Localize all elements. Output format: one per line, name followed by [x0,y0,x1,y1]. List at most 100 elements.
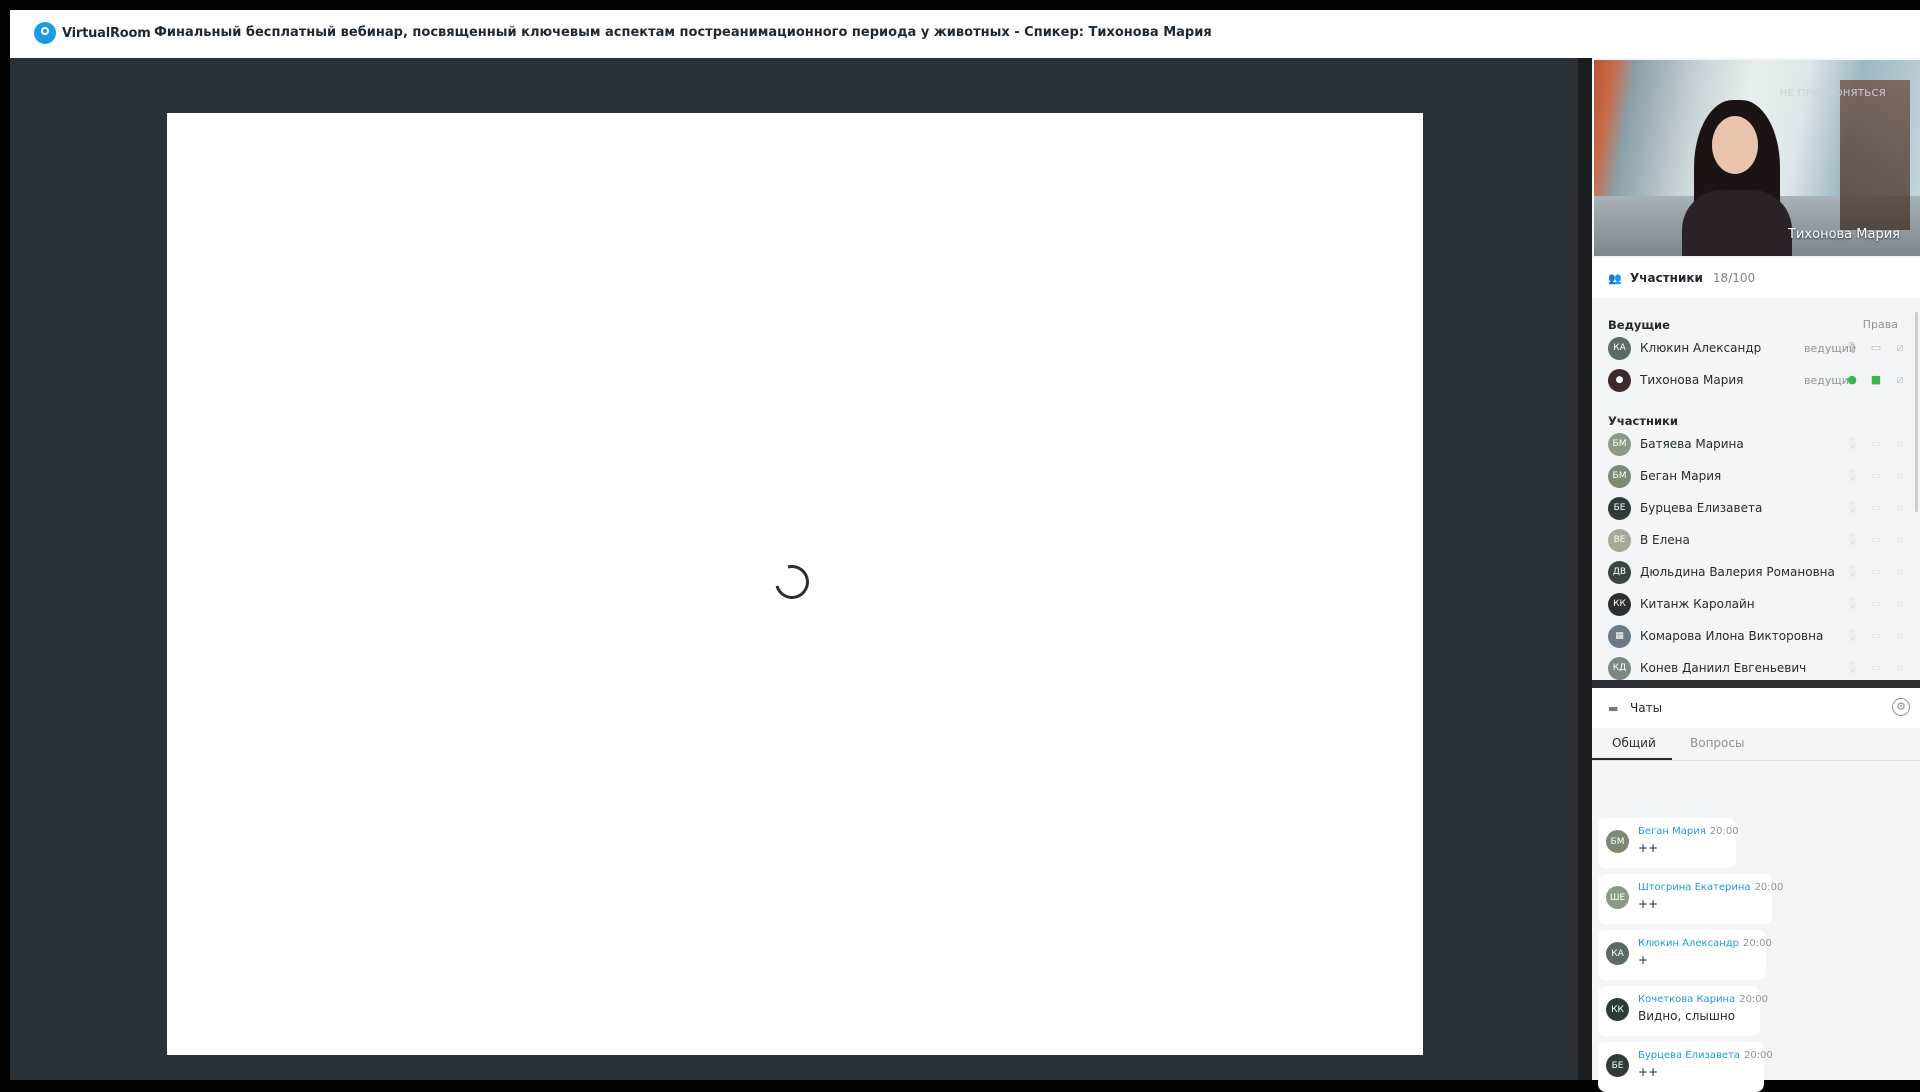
mic-off-icon[interactable]: 🎙 [1844,341,1860,355]
participant-controls: 🎙 ▭ ⧄ [1844,565,1908,579]
participant-name: Беган Мария [1640,469,1722,483]
participant-controls: 🎙 ▭ ⧄ [1844,629,1908,643]
participant-controls: 🎙 ▭ ⧄ [1844,501,1908,515]
participant-row[interactable]: ▦ Комарова Илона Викторовна 🎙 ▭ ⧄ [1608,622,1908,650]
camera-icon: ▭ [1870,661,1882,674]
screen-share-off-icon[interactable]: ⧄ [1892,373,1908,387]
participant-name: Комарова Илона Викторовна [1640,629,1824,643]
hosts-section-label: Ведущие [1608,318,1670,332]
screen-share-icon: ⧄ [1896,437,1904,450]
participant-controls: 🎙 ▭ ⧄ [1844,661,1908,675]
screen-share-icon: ⧄ [1896,597,1904,610]
avatar: ШЕ [1606,886,1629,909]
avatar: БМ [1608,464,1631,488]
chat-tabs: Общий Вопросы [1592,730,1920,761]
mic-on-icon[interactable]: ● [1844,373,1860,387]
screen-share-icon: ⧄ [1896,661,1904,674]
tab-general[interactable]: Общий [1612,736,1656,750]
app-window: VirtualRoom Финальный бесплатный вебинар… [10,10,1920,1092]
chat-message: КК Кочеткова Карина 20:00 Видно, слышно [1598,986,1768,1036]
participants-header[interactable]: 👥 Участники 18/100 [1592,258,1920,298]
participant-name: Клюкин Александр [1640,341,1762,355]
message-author[interactable]: Клюкин Александр [1638,938,1739,949]
mic-icon: 🎙 [1845,565,1859,578]
video-background-shelf [1840,80,1910,230]
logo[interactable]: VirtualRoom [34,22,151,44]
participant-row[interactable]: КД Конев Даниил Евгеньевич 🎙 ▭ ⧄ [1608,654,1908,680]
mic-icon: 🎙 [1845,661,1859,674]
logo-text: VirtualRoom [62,25,151,41]
participant-row[interactable]: КА Клюкин Александр ведущий 🎙 ▭ ⧄ [1608,334,1908,362]
message-text: ++ [1638,841,1659,855]
participant-controls: 🎙 ▭ ⧄ [1844,533,1908,547]
avatar: КК [1608,592,1631,616]
presentation-slide [167,113,1423,1055]
participant-controls: 🎙 ▭ ⧄ [1844,597,1908,611]
participant-row[interactable]: ДВ Дюльдина Валерия Романовна 🎙 ▭ ⧄ [1608,558,1908,586]
participant-row[interactable]: БЕ Бурцева Елизавета 🎙 ▭ ⧄ [1608,494,1908,522]
message-text: + [1638,953,1649,967]
mic-icon: 🎙 [1845,501,1859,514]
message-time: 20:00 [1754,882,1784,893]
loading-spinner-icon [768,558,816,606]
participant-controls: 🎙 ▭ ⧄ [1844,437,1908,451]
participant-controls: 🎙 ▭ ⧄ [1844,341,1908,355]
mic-icon: 🎙 [1845,469,1859,482]
chat-message: КА Клюкин Александр 20:00 + [1598,930,1772,980]
screen-share-icon: ⧄ [1896,533,1904,546]
screen-share-icon: ⧄ [1896,469,1904,482]
avatar: БМ [1608,432,1631,456]
participant-name: Дюльдина Валерия Романовна [1640,565,1835,579]
message-author[interactable]: Бурцева Елизавета [1638,1050,1740,1061]
speaker-body [1682,190,1792,256]
speaker-face [1712,116,1758,174]
gear-icon[interactable]: ⚙ [1892,698,1910,716]
camera-icon: ▭ [1870,437,1882,450]
camera-off-icon[interactable]: ▭ [1868,341,1884,355]
message-time: 20:00 [1739,994,1769,1005]
chats-header[interactable]: ▬ Чаты ⚙ [1592,688,1920,728]
avatar: КД [1608,656,1631,680]
chat-message: БЕ Бурцева Елизавета 20:00 ++ [1598,1042,1773,1092]
avatar-photo: ▦ [1608,624,1631,648]
chats-title: Чаты [1630,701,1663,715]
screen-share-off-icon[interactable]: ⧄ [1892,341,1908,355]
avatar: ВЕ [1608,528,1631,552]
camera-icon: ▭ [1870,629,1882,642]
participant-row[interactable]: ВЕ В Елена 🎙 ▭ ⧄ [1608,526,1908,554]
camera-icon: ▭ [1870,565,1882,578]
avatar-photo: ● [1608,368,1631,392]
active-tab-indicator [1592,758,1672,760]
message-author[interactable]: Кочеткова Карина [1638,994,1735,1005]
presentation-area [10,58,1578,1080]
panel-splitter[interactable] [1592,680,1920,688]
tab-questions[interactable]: Вопросы [1690,736,1744,750]
camera-icon: ▭ [1870,533,1882,546]
message-author[interactable]: Беган Мария [1638,826,1706,837]
message-text: ++ [1638,897,1659,911]
avatar: КА [1606,942,1629,965]
right-sidebar: НЕ ПРИСЛОНЯТЬСЯ Тихонова Мария 👥 Участни… [1592,58,1920,1092]
message-time: 20:00 [1743,938,1772,949]
message-author[interactable]: Штогрина Екатерина [1638,882,1751,893]
mic-icon: 🎙 [1845,437,1859,450]
speaker-video[interactable]: НЕ ПРИСЛОНЯТЬСЯ Тихонова Мария [1594,60,1920,256]
participant-row[interactable]: КК Китанж Каролайн 🎙 ▭ ⧄ [1608,590,1908,618]
virtualroom-logo-icon [34,22,56,44]
top-bar: VirtualRoom Финальный бесплатный вебинар… [10,10,1920,58]
participant-controls: 🎙 ▭ ⧄ [1844,469,1908,483]
mic-icon: 🎙 [1845,533,1859,546]
panel-divider[interactable] [1578,58,1592,1080]
camera-on-icon[interactable]: ■ [1868,373,1884,387]
avatar: БЕ [1608,496,1631,520]
participant-row[interactable]: БМ Беган Мария 🎙 ▭ ⧄ [1608,462,1908,490]
avatar: КА [1608,336,1631,360]
participant-row[interactable]: БМ Батяева Марина 🎙 ▭ ⧄ [1608,430,1908,458]
participants-scrollbar[interactable] [1915,312,1918,512]
message-time: 20:00 [1709,826,1739,837]
camera-icon: ▭ [1870,469,1882,482]
participants-list[interactable]: Ведущие Права КА Клюкин Александр ведущи… [1592,300,1920,680]
message-text: ++ [1638,1065,1659,1079]
participant-name: Батяева Марина [1640,437,1744,451]
participant-row[interactable]: ● Тихонова Мария ведущий ● ■ ⧄ [1608,366,1908,394]
